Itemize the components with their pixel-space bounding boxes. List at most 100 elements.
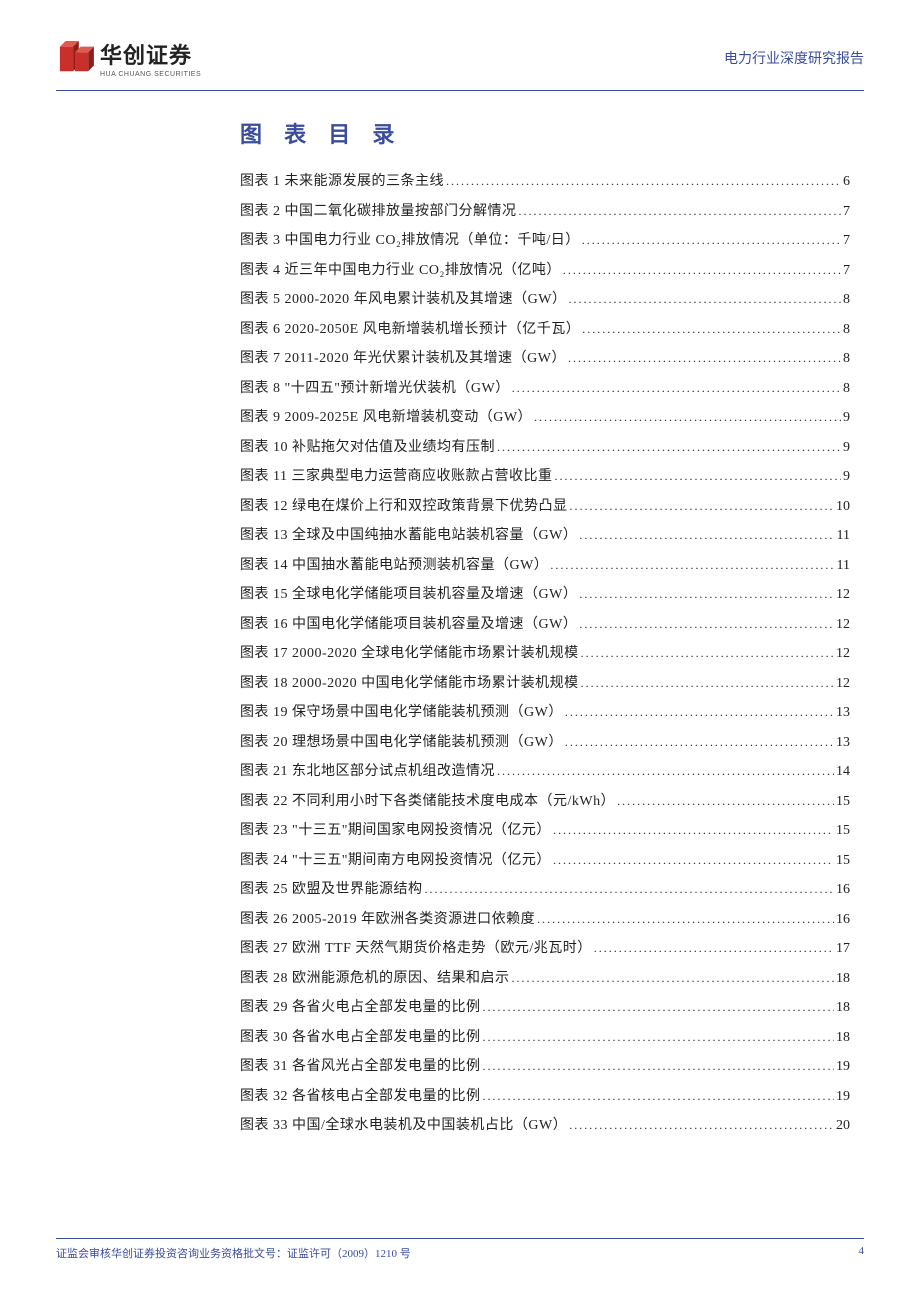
toc-leader-dots — [579, 618, 834, 630]
toc-entry-page: 19 — [836, 1060, 850, 1074]
toc-leader-dots — [579, 588, 834, 600]
toc-leader-dots — [579, 529, 834, 541]
toc-entry-page: 15 — [836, 854, 850, 868]
toc-entry-page: 11 — [837, 529, 850, 543]
toc-entry-label: 图表 20 理想场景中国电化学储能装机预测（GW） — [240, 736, 563, 750]
toc-entry-label: 图表 28 欧洲能源危机的原因、结果和启示 — [240, 972, 510, 986]
toc-entry-label: 图表 23 "十三五"期间国家电网投资情况（亿元） — [240, 824, 551, 838]
toc-leader-dots — [553, 824, 834, 836]
toc-entry-label: 图表 14 中国抽水蓄能电站预测装机容量（GW） — [240, 559, 548, 573]
toc-leader-dots — [483, 1001, 835, 1013]
toc-section: 图 表 目 录 图表 1 未来能源发展的三条主线 6 图表 2 中国二氧化碳排放量按… — [0, 91, 920, 1133]
toc-row: 图表 24 "十三五"期间南方电网投资情况（亿元） 15 — [240, 854, 850, 868]
toc-entry-page: 19 — [836, 1090, 850, 1104]
toc-leader-dots — [554, 470, 841, 482]
footer-disclaimer: 证监会审核华创证券投资咨询业务资格批文号：证监许可（2009）1210 号 — [56, 1245, 411, 1261]
report-type-label: 电力行业深度研究报告 — [724, 48, 864, 68]
page-number: 4 — [859, 1245, 865, 1261]
toc-entry-page: 8 — [843, 382, 850, 396]
toc-row: 图表 6 2020-2050E 风电新增装机增长预计（亿千瓦） 8 — [240, 323, 850, 337]
toc-row: 图表 22 不同利用小时下各类储能技术度电成本（元/kWh）15 — [240, 795, 850, 809]
logo-text-cn: 华创证券 — [100, 38, 201, 70]
toc-row: 图表 4 近三年中国电力行业 CO₂排放情况（亿吨）7 — [240, 264, 850, 278]
toc-row: 图表 33 中国/全球水电装机及中国装机占比（GW）20 — [240, 1119, 850, 1133]
toc-entry-page: 13 — [836, 736, 850, 750]
toc-entry-page: 8 — [843, 323, 850, 337]
toc-entry-label: 图表 26 2005-2019 年欧洲各类资源进口依赖度 — [240, 913, 535, 927]
toc-row: 图表 17 2000-2020 全球电化学储能市场累计装机规模12 — [240, 647, 850, 661]
toc-entry-page: 15 — [836, 824, 850, 838]
footer-rule — [56, 1238, 864, 1239]
toc-entry-label: 图表 12 绿电在煤价上行和双控政策背景下优势凸显 — [240, 500, 568, 514]
toc-row: 图表 10 补贴拖欠对估值及业绩均有压制 9 — [240, 441, 850, 455]
toc-leader-dots — [483, 1031, 835, 1043]
logo-text-en: HUA CHUANG SECURITIES — [100, 71, 201, 78]
toc-row: 图表 26 2005-2019 年欧洲各类资源进口依赖度 16 — [240, 913, 850, 927]
toc-entry-label: 图表 7 2011-2020 年光伏累计装机及其增速（GW） — [240, 352, 566, 366]
toc-leader-dots — [617, 795, 834, 807]
toc-entry-label: 图表 24 "十三五"期间南方电网投资情况（亿元） — [240, 854, 551, 868]
toc-leader-dots — [569, 1119, 834, 1131]
toc-entry-label: 图表 30 各省水电占全部发电量的比例 — [240, 1031, 481, 1045]
toc-leader-dots — [569, 293, 842, 305]
toc-entry-label: 图表 6 2020-2050E 风电新增装机增长预计（亿千瓦） — [240, 323, 580, 337]
toc-leader-dots — [483, 1060, 835, 1072]
toc-row: 图表 29 各省火电占全部发电量的比例18 — [240, 1001, 850, 1015]
toc-row: 图表 9 2009-2025E 风电新增装机变动（GW）9 — [240, 411, 850, 425]
toc-entry-page: 18 — [836, 1031, 850, 1045]
toc-entry-page: 12 — [836, 618, 850, 632]
toc-entry-label: 图表 5 2000-2020 年风电累计装机及其增速（GW） — [240, 293, 567, 307]
toc-leader-dots — [565, 706, 834, 718]
toc-row: 图表 31 各省风光占全部发电量的比例 19 — [240, 1060, 850, 1074]
logo-icon — [56, 41, 94, 75]
toc-entry-page: 11 — [837, 559, 850, 573]
toc-entry-label: 图表 13 全球及中国纯抽水蓄能电站装机容量（GW） — [240, 529, 577, 543]
toc-entry-label: 图表 2 中国二氧化碳排放量按部门分解情况 — [240, 205, 517, 219]
toc-entry-label: 图表 8 "十四五"预计新增光伏装机（GW） — [240, 382, 510, 396]
toc-row: 图表 13 全球及中国纯抽水蓄能电站装机容量（GW） 11 — [240, 529, 850, 543]
toc-row: 图表 11 三家典型电力运营商应收账款占营收比重9 — [240, 470, 850, 484]
toc-leader-dots — [497, 765, 834, 777]
toc-entry-page: 9 — [843, 441, 850, 455]
toc-entry-label: 图表 19 保守场景中国电化学储能装机预测（GW） — [240, 706, 563, 720]
toc-entry-page: 18 — [836, 1001, 850, 1015]
toc-entry-page: 6 — [843, 175, 850, 189]
toc-entry-label: 图表 25 欧盟及世界能源结构 — [240, 883, 423, 897]
toc-leader-dots — [537, 913, 834, 925]
toc-leader-dots — [581, 647, 834, 659]
toc-row: 图表 16 中国电化学储能项目装机容量及增速（GW）12 — [240, 618, 850, 632]
toc-leader-dots — [512, 972, 835, 984]
toc-title: 图 表 目 录 — [240, 117, 850, 149]
toc-entry-label: 图表 1 未来能源发展的三条主线 — [240, 175, 444, 189]
toc-entry-page: 7 — [843, 205, 850, 219]
toc-leader-dots — [568, 352, 841, 364]
toc-entry-page: 17 — [836, 942, 850, 956]
toc-row: 图表 19 保守场景中国电化学储能装机预测（GW）13 — [240, 706, 850, 720]
toc-entry-label: 图表 31 各省风光占全部发电量的比例 — [240, 1060, 481, 1074]
toc-leader-dots — [519, 205, 842, 217]
toc-row: 图表 28 欧洲能源危机的原因、结果和启示 18 — [240, 972, 850, 986]
toc-row: 图表 20 理想场景中国电化学储能装机预测（GW） 13 — [240, 736, 850, 750]
toc-row: 图表 18 2000-2020 中国电化学储能市场累计装机规模12 — [240, 677, 850, 691]
toc-entry-page: 16 — [836, 913, 850, 927]
toc-leader-dots — [512, 382, 841, 394]
toc-leader-dots — [581, 677, 834, 689]
toc-entry-label: 图表 4 近三年中国电力行业 CO₂排放情况（亿吨） — [240, 264, 561, 278]
toc-row: 图表 1 未来能源发展的三条主线 6 — [240, 175, 850, 189]
toc-row: 图表 32 各省核电占全部发电量的比例19 — [240, 1090, 850, 1104]
toc-entry-page: 12 — [836, 588, 850, 602]
page-header: 华创证券 HUA CHUANG SECURITIES 电力行业深度研究报告 — [0, 0, 920, 90]
toc-list: 图表 1 未来能源发展的三条主线6图表 2 中国二氧化碳排放量按部门分解情况7图… — [240, 175, 850, 1133]
toc-entry-label: 图表 33 中国/全球水电装机及中国装机占比（GW） — [240, 1119, 567, 1133]
toc-entry-page: 9 — [843, 411, 850, 425]
toc-entry-label: 图表 10 补贴拖欠对估值及业绩均有压制 — [240, 441, 495, 455]
toc-leader-dots — [497, 441, 841, 453]
toc-entry-label: 图表 11 三家典型电力运营商应收账款占营收比重 — [240, 470, 552, 484]
toc-row: 图表 2 中国二氧化碳排放量按部门分解情况 7 — [240, 205, 850, 219]
toc-row: 图表 21 东北地区部分试点机组改造情况14 — [240, 765, 850, 779]
toc-leader-dots — [550, 559, 834, 571]
toc-entry-label: 图表 22 不同利用小时下各类储能技术度电成本（元/kWh） — [240, 795, 615, 809]
toc-entry-page: 18 — [836, 972, 850, 986]
toc-leader-dots — [483, 1090, 835, 1102]
toc-entry-label: 图表 21 东北地区部分试点机组改造情况 — [240, 765, 495, 779]
